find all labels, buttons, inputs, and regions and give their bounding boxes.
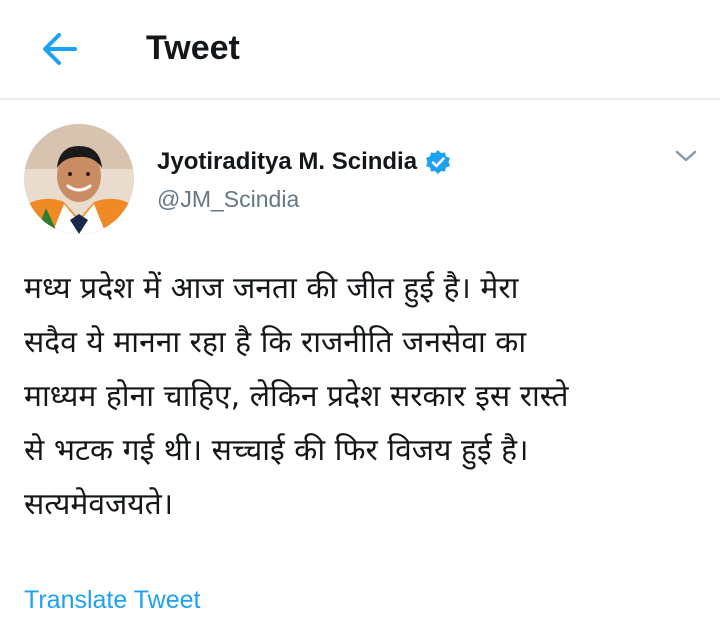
arrow-left-icon [43,33,77,65]
chevron-down-icon [675,150,697,162]
author-handle[interactable]: @JM_Scindia [157,184,299,214]
profile-photo [24,124,134,234]
avatar[interactable] [24,124,134,234]
tweet-text: मध्य प्रदेश में आज जनता की जीत हुई है। म… [24,271,569,522]
app-header: Tweet [0,0,720,100]
translate-tweet-link[interactable]: Translate Tweet [24,583,200,617]
page-title: Tweet [146,29,240,67]
author-name[interactable]: Jyotiraditya M. Scindia [157,146,451,178]
back-button[interactable] [34,26,84,72]
verified-badge-icon [425,149,451,175]
tweet-menu-button[interactable] [668,138,704,174]
author-name-text: Jyotiraditya M. Scindia [157,148,418,175]
